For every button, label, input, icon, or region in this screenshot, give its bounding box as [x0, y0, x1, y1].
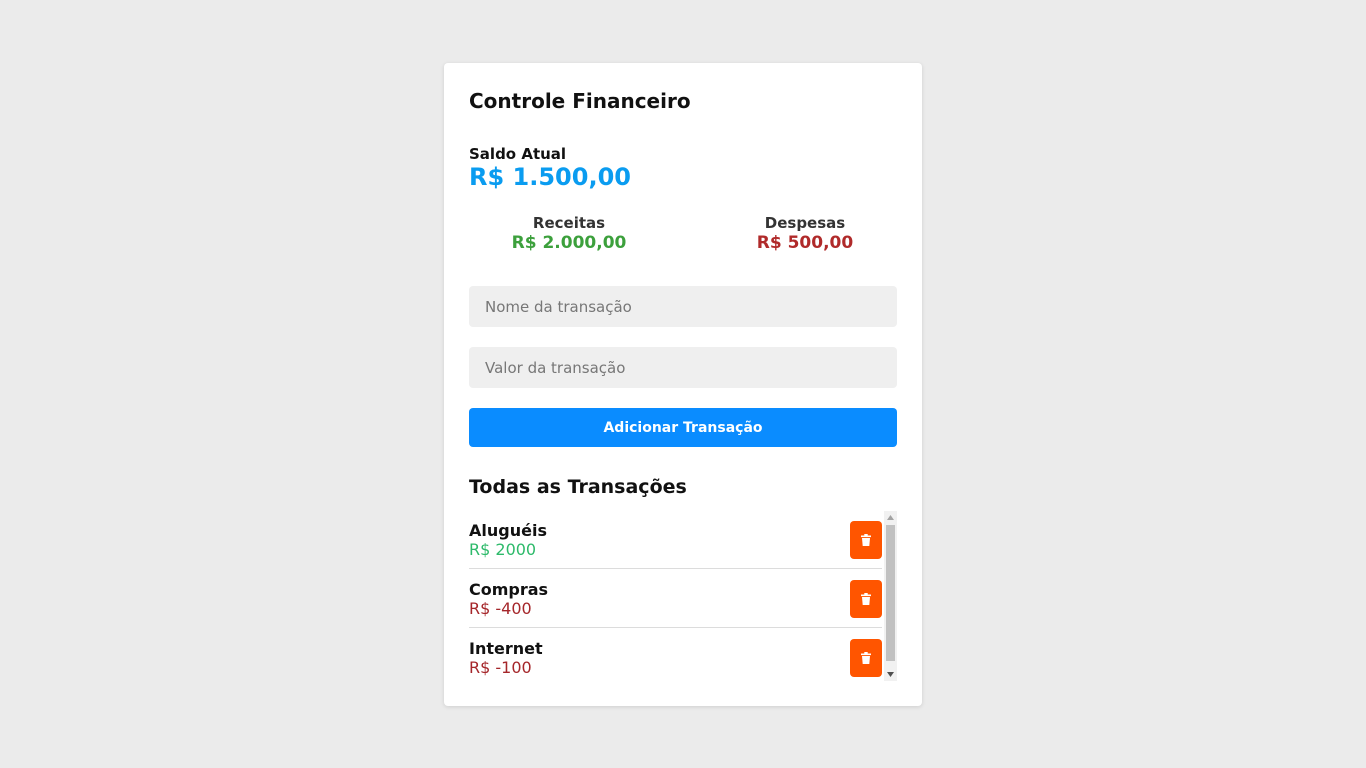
delete-transaction-button[interactable] [850, 521, 882, 559]
transaction-item: Internet R$ -100 [469, 629, 882, 681]
transaction-name: Aluguéis [469, 521, 547, 540]
add-transaction-button[interactable]: Adicionar Transação [469, 408, 897, 447]
transaction-amount: R$ -400 [469, 599, 532, 618]
scroll-up-arrow-icon[interactable] [884, 511, 897, 524]
trash-icon [861, 652, 871, 664]
trash-icon [861, 534, 871, 546]
balance-label: Saldo Atual [469, 145, 567, 163]
transaction-name: Compras [469, 580, 549, 599]
trash-icon [861, 593, 871, 605]
finance-card: Controle Financeiro Saldo Atual R$ 1.500… [444, 63, 922, 706]
transaction-amount: R$ 2000 [469, 540, 537, 559]
transactions-list-container[interactable]: Aluguéis R$ 2000 Compras R$ -400 Interne… [469, 511, 897, 681]
app-title: Controle Financeiro [469, 89, 691, 113]
transaction-value-input[interactable] [469, 347, 897, 388]
transaction-item: Compras R$ -400 [469, 570, 882, 628]
transaction-item: Aluguéis R$ 2000 [469, 511, 882, 569]
expense-label: Despesas [764, 214, 846, 232]
transaction-amount: R$ -100 [469, 658, 532, 677]
transaction-name-input[interactable] [469, 286, 897, 327]
delete-transaction-button[interactable] [850, 580, 882, 618]
transaction-name: Internet [469, 639, 543, 658]
summary-panel: Receitas R$ 2.000,00 Despesas R$ 500,00 [469, 214, 897, 258]
scrollbar-thumb[interactable] [886, 525, 895, 661]
income-value: R$ 2.000,00 [511, 233, 627, 253]
expense-summary: Despesas R$ 500,00 [705, 214, 905, 254]
transactions-title: Todas as Transações [469, 476, 687, 498]
scroll-down-arrow-icon[interactable] [884, 668, 897, 681]
delete-transaction-button[interactable] [850, 639, 882, 677]
income-label: Receitas [532, 214, 606, 232]
income-summary: Receitas R$ 2.000,00 [469, 214, 669, 254]
expense-value: R$ 500,00 [756, 233, 854, 253]
balance-value: R$ 1.500,00 [469, 163, 631, 191]
list-scrollbar[interactable] [884, 511, 897, 681]
transactions-list: Aluguéis R$ 2000 Compras R$ -400 Interne… [469, 511, 882, 681]
